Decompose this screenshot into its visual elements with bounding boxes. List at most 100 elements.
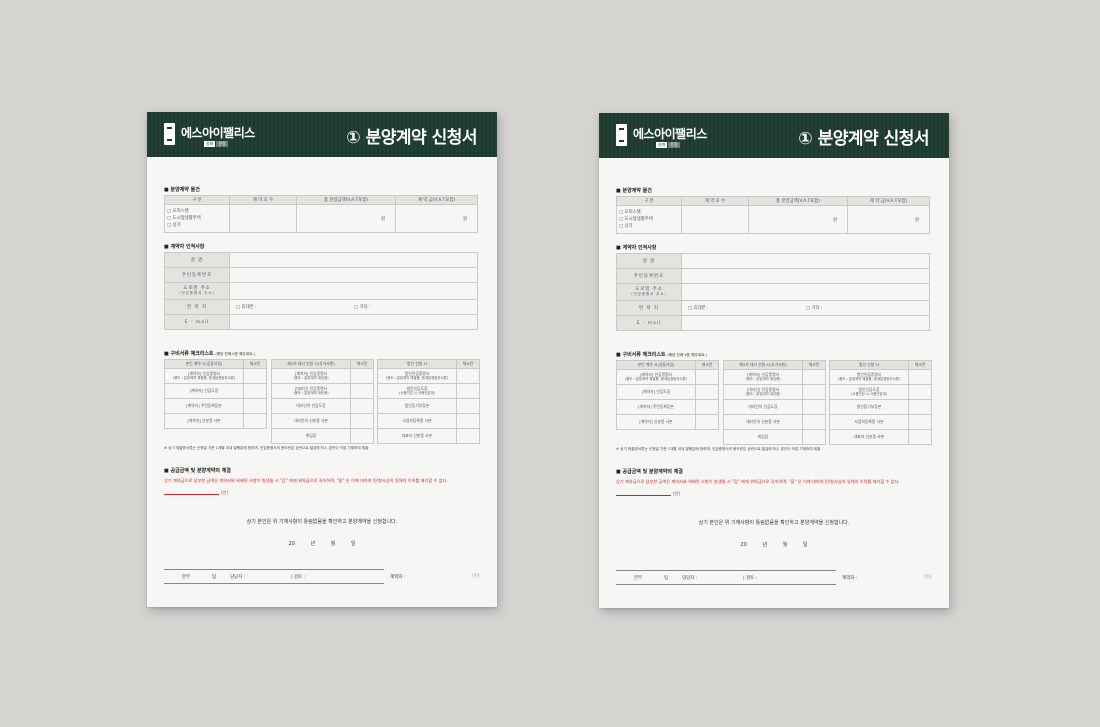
checklist-checkbox[interactable] xyxy=(802,384,826,400)
section-heading: 계약자 인적사항 xyxy=(164,243,204,250)
signature-line[interactable] xyxy=(616,495,671,496)
checklist-item-sublabel: (사용인감 시 사용인감계) xyxy=(399,391,435,395)
name-field[interactable] xyxy=(681,253,930,269)
checklist-checkbox[interactable] xyxy=(456,428,480,444)
checklist-item-sublabel: (용도 : 분양계약 체결용, 등계된경등자서류) xyxy=(837,377,901,381)
option-checkbox[interactable]: □ 상가 xyxy=(619,223,679,230)
checklist-checkbox[interactable] xyxy=(802,369,826,385)
name-field[interactable] xyxy=(229,252,478,268)
confirmation-text: 상기 본인은 위 기재사항이 틀림없음을 확인하고 분양계약을 신청합니다. xyxy=(246,519,398,525)
checklist-item: [계약자] 인감증명서 (용도 : 분양계약 위임용) xyxy=(723,369,803,385)
unit-number-field[interactable] xyxy=(229,204,297,233)
brand-tag: 송파 xyxy=(204,141,216,147)
address-field[interactable] xyxy=(681,283,930,301)
total-price-field[interactable]: 원 xyxy=(296,204,396,233)
checklist-checkbox[interactable] xyxy=(908,429,932,445)
checklist-heading: 구비서류 체크리스트 xyxy=(622,352,666,358)
checklist-row: 대리인의 신분증 사본 xyxy=(271,413,374,429)
checklist-group-title: 법인 신청 시 xyxy=(829,360,909,370)
type-options[interactable]: □ 오피스텔 □ 도시형생활주택 □ 상가 xyxy=(616,205,682,234)
option-checkbox[interactable]: □ 오피스텔 xyxy=(167,208,227,215)
checklist-item: 대리인의 인감도장 xyxy=(723,399,803,415)
checklist-row: 법인인감증명서 (용도 : 분양계약 체결용, 등계된경등자서류) xyxy=(829,369,932,385)
mobile-checkbox[interactable]: □ 휴대폰 : xyxy=(236,305,257,310)
checklist-checkbox[interactable] xyxy=(350,368,374,384)
checklist-row: [계약자] 인감도장 xyxy=(616,384,719,400)
option-checkbox[interactable]: □ 오피스텔 xyxy=(619,209,679,216)
deposit-field[interactable]: 원 xyxy=(847,205,930,234)
checklist-checkbox[interactable] xyxy=(695,369,719,385)
email-field[interactable] xyxy=(229,314,478,330)
option-checkbox[interactable]: □ 도시형생활주택 xyxy=(167,215,227,222)
staff-footer: 본부 팀 담당자 : | 검토 : xyxy=(164,569,384,584)
checklist-footnote: ※ 상기 제출명서류는 신청일 기준 1개월 이내 발행분에 한하며, 인감증명… xyxy=(164,446,369,450)
checklist-group-title: 본인 계약 시(공동사업) xyxy=(164,359,244,369)
type-options[interactable]: □ 오피스텔 □ 도시형생활주택 □ 상가 xyxy=(164,204,230,233)
resident-number-field[interactable] xyxy=(229,267,478,283)
signature-line[interactable] xyxy=(164,494,219,495)
checklist-row: 대리인의 인감도장 xyxy=(271,398,374,414)
checklist-checkbox[interactable] xyxy=(802,399,826,415)
checklist-checkbox[interactable] xyxy=(802,429,826,445)
checklist-row: [계약자] 주민등록등본 xyxy=(164,398,267,414)
checklist-row: 대표자 신분증 사본 xyxy=(829,429,932,445)
other-checkbox[interactable]: □ 기타 : xyxy=(806,306,823,311)
checklist-checkbox[interactable] xyxy=(908,384,932,400)
checklist-checkbox[interactable] xyxy=(243,368,267,384)
checklist-item: 위임장 xyxy=(271,428,351,444)
checklist-checkbox[interactable] xyxy=(456,398,480,414)
checklist-checkbox[interactable] xyxy=(350,428,374,444)
contact-field[interactable]: □ 휴대폰 : □ 기타 : xyxy=(229,299,478,315)
reviewer-label: | 검토 : xyxy=(291,574,305,580)
checklist-checkbox[interactable] xyxy=(908,414,932,430)
other-checkbox[interactable]: □ 기타 : xyxy=(354,305,371,310)
date-line[interactable]: 20 년 월 일 xyxy=(147,540,497,547)
checklist-item: [계약자] 주민등록등본 xyxy=(164,398,244,414)
row-label: 성 명 xyxy=(616,253,682,269)
checklist-checkbox[interactable] xyxy=(350,398,374,414)
checklist-checkbox[interactable] xyxy=(908,399,932,415)
checklist-checkbox[interactable] xyxy=(802,414,826,430)
total-price-field[interactable]: 원 xyxy=(748,205,848,234)
contractor-signature[interactable]: 계약자 : (인) xyxy=(390,574,479,580)
contractor-table: 성 명 주민등록번호 도로명 주소 (인감증명서 주소) 연 락 처 □ 휴대폰 … xyxy=(616,253,930,331)
contact-field[interactable]: □ 휴대폰 : □ 기타 : xyxy=(681,300,930,316)
checklist-checkbox[interactable] xyxy=(456,383,480,399)
checklist-checkbox[interactable] xyxy=(695,399,719,415)
row-label: 성 명 xyxy=(164,252,230,268)
checklist-item: 사업자등록증 사본 xyxy=(377,413,457,429)
option-checkbox[interactable]: □ 상가 xyxy=(167,222,227,229)
checklist-checkbox[interactable] xyxy=(695,384,719,400)
checklist-item: 법인인감증명서 (용도 : 분양계약 체결용, 등계된경등자서류) xyxy=(377,368,457,384)
deposit-field[interactable]: 원 xyxy=(395,204,478,233)
checklist-checkbox[interactable] xyxy=(908,369,932,385)
checklist-checkbox[interactable] xyxy=(456,368,480,384)
row-label: E - mail xyxy=(616,315,682,331)
checklist-checkbox[interactable] xyxy=(350,413,374,429)
resident-number-field[interactable] xyxy=(681,268,930,284)
contractor-signature[interactable]: 계약자 : (인) xyxy=(842,575,931,581)
checklist-checkbox[interactable] xyxy=(243,398,267,414)
checklist-item-label: 위임장 xyxy=(757,433,769,439)
checklist-checkbox[interactable] xyxy=(695,414,719,430)
checklist-checkbox[interactable] xyxy=(243,413,267,429)
checklist-row: [대리인] 인감증명서 (용도 : 분양계약 대리용) xyxy=(723,384,826,400)
checklist-item-sublabel: (용도 : 분양계약 체결용, 등계된경등자서류) xyxy=(172,376,236,380)
checklist-check-header: 체크란 xyxy=(243,359,267,369)
application-form-left: 에스아이팰리스 송파 문정 ① 분양계약 신청서 분양계약 물건 구 분 계 약… xyxy=(147,112,497,607)
checklist-checkbox[interactable] xyxy=(350,383,374,399)
checklist-checkbox[interactable] xyxy=(456,413,480,429)
checklist-check-header: 체크란 xyxy=(695,360,719,370)
option-checkbox[interactable]: □ 도시형생활주택 xyxy=(619,216,679,223)
checklist-item-label: 대리인의 인감도장 xyxy=(748,403,778,409)
row-label: 도로명 주소 (인감증명서 주소) xyxy=(616,283,682,301)
contractor-seal: (인) xyxy=(924,575,932,580)
mobile-checkbox[interactable]: □ 휴대폰 : xyxy=(688,306,709,311)
checklist-checkbox[interactable] xyxy=(243,383,267,399)
reviewer-label: | 검토 : xyxy=(743,575,757,581)
address-field[interactable] xyxy=(229,282,478,300)
checklist-row: 대리인의 인감도장 xyxy=(723,399,826,415)
unit-number-field[interactable] xyxy=(681,205,749,234)
date-line[interactable]: 20 년 월 일 xyxy=(599,541,949,548)
email-field[interactable] xyxy=(681,315,930,331)
